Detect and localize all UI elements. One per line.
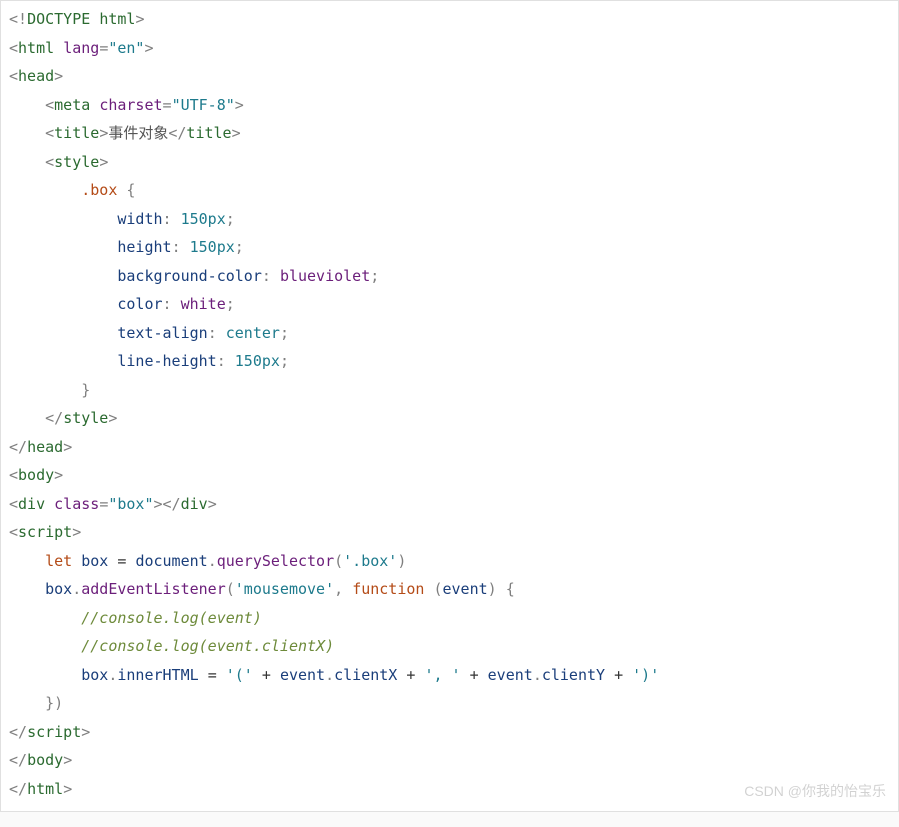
- code-content: <!DOCTYPE html> <html lang="en"> <head> …: [9, 5, 890, 803]
- code-block: <!DOCTYPE html> <html lang="en"> <head> …: [0, 0, 899, 812]
